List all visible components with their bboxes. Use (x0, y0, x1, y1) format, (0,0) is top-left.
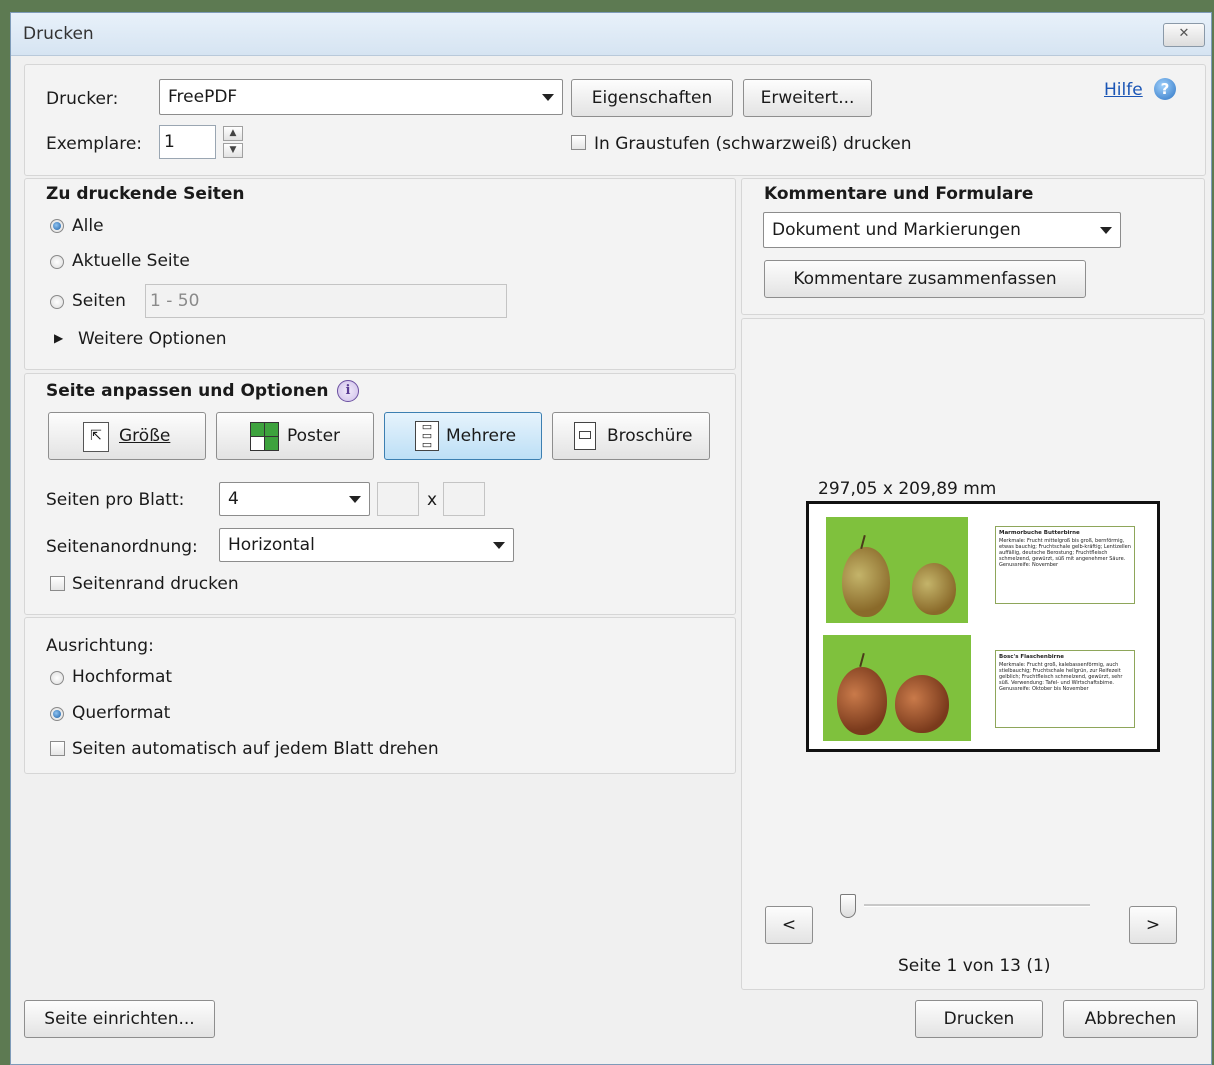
copies-value: 1 (164, 132, 175, 152)
tab-multiple-label: Mehrere (446, 426, 517, 446)
printer-select[interactable]: FreePDF (159, 79, 563, 115)
pages-range-input[interactable]: 1 - 50 (145, 284, 507, 318)
close-icon: ✕ (1178, 26, 1190, 41)
chevron-down-icon (349, 496, 361, 503)
copies-stepper[interactable]: ▲ ▼ (223, 126, 243, 158)
preview-textbox-1: Marmorbuche Butterbirne Merkmale: Frucht… (995, 526, 1135, 604)
comments-select-value: Dokument und Markierungen (772, 220, 1021, 240)
radio-pages-label: Seiten (72, 291, 126, 311)
pages-per-sheet-label: Seiten pro Blatt: (46, 490, 185, 510)
radio-pages[interactable] (50, 295, 64, 309)
cancel-button[interactable]: Abbrechen (1063, 1000, 1198, 1038)
radio-all-label: Alle (72, 216, 104, 236)
page-order-value: Horizontal (228, 535, 315, 555)
tab-poster-label: Poster (287, 426, 341, 446)
tab-booklet[interactable]: Broschüre (552, 412, 710, 460)
tab-size[interactable]: ⇱ Größe (48, 412, 206, 460)
page-setup-button[interactable]: Seite einrichten... (24, 1000, 215, 1038)
summarize-comments-button[interactable]: Kommentare zusammenfassen (764, 260, 1086, 298)
next-page-button[interactable]: > (1129, 906, 1177, 944)
info-icon[interactable]: i (337, 380, 359, 402)
chevron-down-icon (542, 94, 554, 101)
radio-current-page-label: Aktuelle Seite (72, 251, 190, 271)
pages-title: Zu druckende Seiten (46, 184, 245, 204)
page-slider-thumb[interactable] (840, 894, 856, 918)
custom-columns-input[interactable] (377, 482, 419, 516)
stepper-up-icon[interactable]: ▲ (223, 126, 243, 141)
grayscale-checkbox[interactable] (571, 135, 586, 150)
radio-portrait-label: Hochformat (72, 667, 173, 687)
custom-rows-input[interactable] (443, 482, 485, 516)
title-bar: Drucken ✕ (11, 13, 1211, 56)
page-order-label: Seitenanordnung: (46, 537, 198, 557)
grayscale-label: In Graustufen (schwarzweiß) drucken (594, 134, 912, 154)
help-icon[interactable]: ? (1154, 78, 1176, 100)
preview-textbox-2: Bosc's Flaschenbirne Merkmale: Frucht gr… (995, 650, 1135, 728)
advanced-button[interactable]: Erweitert... (743, 79, 872, 117)
stepper-down-icon[interactable]: ▼ (223, 143, 243, 158)
window-title: Drucken (23, 24, 94, 44)
printer-label: Drucker: (46, 89, 119, 109)
radio-landscape-label: Querformat (72, 703, 171, 723)
poster-icon (250, 422, 279, 451)
preview-photo-1 (826, 517, 968, 623)
booklet-icon (574, 422, 596, 450)
preview-photo-2 (823, 635, 971, 741)
comments-select[interactable]: Dokument und Markierungen (763, 212, 1121, 248)
pages-per-sheet-value: 4 (228, 489, 239, 509)
preview-dimensions: 297,05 x 209,89 mm (818, 479, 997, 499)
resize-icon: ⇱ (83, 422, 109, 452)
tab-multiple[interactable]: ▭ ▭ ▭ Mehrere (384, 412, 542, 460)
page-order-select[interactable]: Horizontal (219, 528, 514, 562)
pages-range-value: 1 - 50 (150, 291, 200, 311)
radio-all[interactable] (50, 219, 64, 233)
print-border-label: Seitenrand drucken (72, 574, 239, 594)
pages-per-sheet-select[interactable]: 4 (219, 482, 370, 516)
tab-poster[interactable]: Poster (216, 412, 374, 460)
sizing-title: Seite anpassen und Optionen (46, 381, 329, 401)
preview-page: Marmorbuche Butterbirne Merkmale: Frucht… (806, 501, 1160, 752)
page-status: Seite 1 von 13 (1) (898, 956, 1051, 976)
print-border-checkbox[interactable] (50, 576, 65, 591)
comments-title: Kommentare und Formulare (764, 184, 1034, 204)
properties-button[interactable]: Eigenschaften (571, 79, 733, 117)
print-button[interactable]: Drucken (915, 1000, 1043, 1038)
close-button[interactable]: ✕ (1163, 23, 1205, 47)
help-link[interactable]: Hilfe (1104, 80, 1143, 100)
copies-label: Exemplare: (46, 134, 143, 154)
copies-input[interactable]: 1 (159, 125, 216, 159)
prev-page-button[interactable]: < (765, 906, 813, 944)
radio-current-page[interactable] (50, 255, 64, 269)
radio-portrait[interactable] (50, 671, 64, 685)
chevron-down-icon (1100, 227, 1112, 234)
auto-rotate-label: Seiten automatisch auf jedem Blatt drehe… (72, 739, 439, 759)
triangle-right-icon[interactable]: ▶ (54, 331, 63, 345)
chevron-down-icon (493, 542, 505, 549)
tab-booklet-label: Broschüre (607, 426, 693, 446)
multiple-pages-icon: ▭ ▭ ▭ (415, 421, 439, 451)
more-options-toggle[interactable]: Weitere Optionen (78, 329, 227, 349)
times-label: x (427, 490, 438, 510)
radio-landscape[interactable] (50, 707, 64, 721)
tab-size-label: Größe (119, 426, 171, 446)
page-slider-track[interactable] (864, 904, 1090, 907)
printer-value: FreePDF (168, 87, 238, 107)
orientation-title: Ausrichtung: (46, 636, 154, 656)
auto-rotate-checkbox[interactable] (50, 741, 65, 756)
